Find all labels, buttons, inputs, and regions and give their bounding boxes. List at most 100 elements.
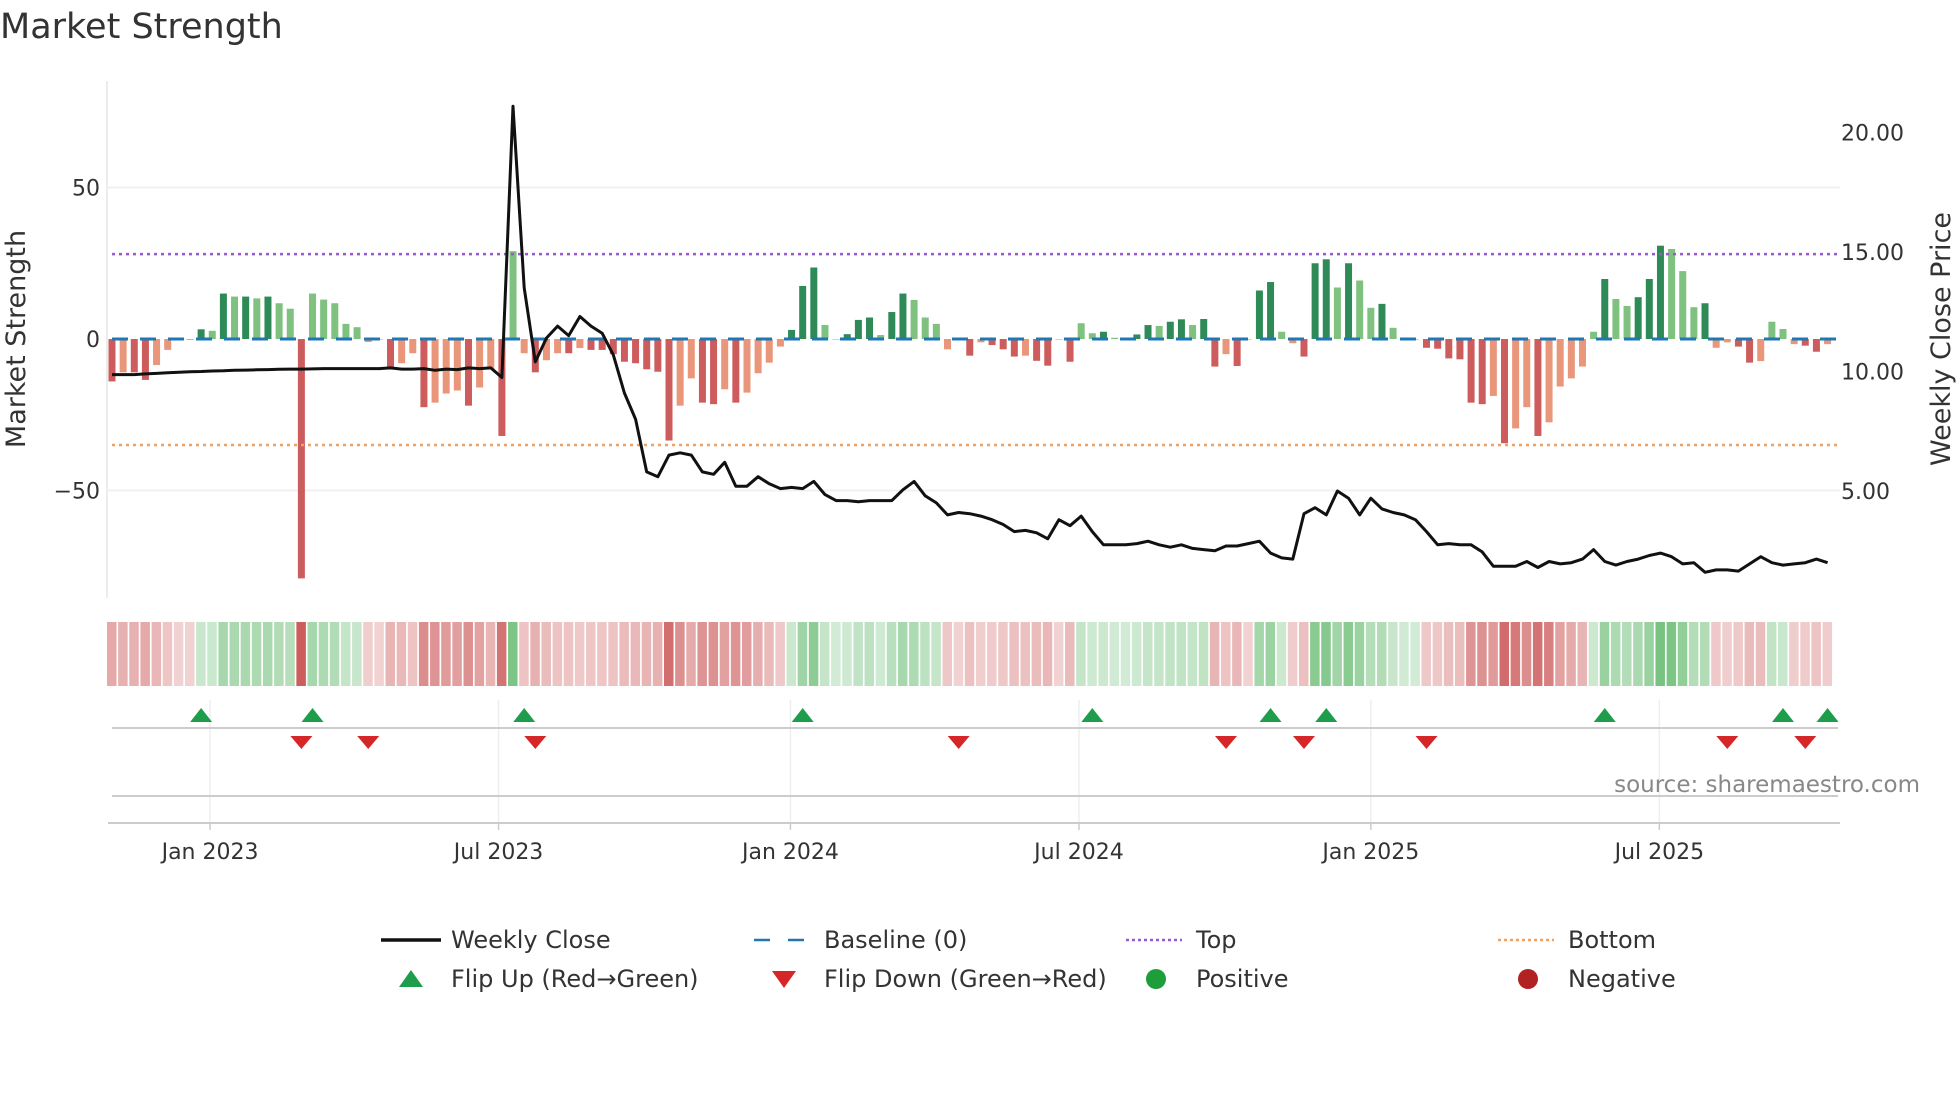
regime-cell — [675, 622, 685, 686]
regime-cell — [819, 622, 830, 686]
regime-cell — [441, 622, 451, 686]
regime-cell — [987, 622, 997, 686]
regime-cell — [920, 622, 930, 686]
strength-bar — [1768, 321, 1776, 339]
strength-bar — [387, 339, 394, 370]
regime-cell — [1789, 622, 1799, 686]
flip-up-marker — [1315, 708, 1338, 722]
strength-bar — [1723, 339, 1731, 343]
regime-cell — [775, 622, 785, 686]
strength-bar — [1679, 271, 1687, 339]
regime-cell — [630, 622, 641, 686]
regime-cell — [1421, 622, 1432, 686]
y-tick-label: 50 — [72, 177, 100, 202]
strength-bar — [1333, 287, 1341, 339]
strength-bar — [1634, 297, 1642, 339]
strength-bar — [1010, 339, 1018, 357]
regime-cell — [1232, 622, 1242, 686]
regime-cell — [1109, 622, 1120, 686]
strength-bar — [1255, 290, 1263, 339]
source-note: source: sharemaestro.com — [1614, 772, 1920, 798]
regime-cell — [931, 622, 941, 686]
regime-cell — [329, 622, 340, 686]
strength-bar — [854, 319, 862, 339]
flip-up-marker — [1259, 708, 1282, 722]
regime-cell — [998, 622, 1008, 686]
strength-bar — [1701, 303, 1709, 339]
strength-bar — [275, 303, 283, 339]
regime-cell — [1822, 622, 1833, 686]
strength-bar — [776, 339, 784, 347]
regime-cell — [875, 622, 886, 686]
regime-cell — [474, 622, 485, 686]
regime-cell — [753, 622, 763, 686]
strength-bar — [710, 339, 718, 405]
regime-cell — [1276, 622, 1287, 686]
regime-cell — [1065, 622, 1075, 686]
strength-bar — [1556, 339, 1564, 387]
flip-up-marker — [791, 708, 814, 722]
regime-cell — [1733, 622, 1743, 686]
regime-cell — [340, 622, 351, 686]
regime-cell — [586, 622, 596, 686]
regime-cell — [1711, 622, 1721, 686]
flip-up-marker — [301, 708, 324, 722]
regime-cell — [1521, 622, 1532, 686]
regime-cell — [1332, 622, 1342, 686]
strength-bar — [899, 293, 907, 339]
strength-bar — [1211, 339, 1219, 367]
y-axis-label-left: Market Strength — [1, 230, 32, 448]
regime-cell — [741, 622, 752, 686]
regime-cell — [1365, 622, 1376, 686]
strength-bar — [1445, 339, 1453, 359]
strength-bar — [1300, 339, 1308, 357]
strength-bar — [219, 293, 227, 339]
regime-cell — [1811, 622, 1821, 686]
strength-bar — [453, 339, 461, 391]
legend-circle-icon — [1146, 969, 1166, 989]
strength-bar — [1456, 339, 1464, 360]
regime-cell — [1622, 622, 1632, 686]
strength-bar — [1523, 339, 1531, 408]
strength-bar — [1656, 245, 1664, 339]
regime-cell — [1354, 622, 1365, 686]
regime-cell — [229, 622, 240, 686]
x-tick-label: Jul 2025 — [1613, 840, 1705, 865]
strength-bar — [164, 339, 172, 350]
regime-cell — [1020, 622, 1030, 686]
regime-cell — [552, 622, 563, 686]
flip-up-marker — [513, 708, 536, 722]
strength-bar — [1044, 339, 1052, 366]
regime-cell — [1544, 622, 1554, 686]
regime-cell — [262, 622, 273, 686]
regime-cell — [608, 622, 618, 686]
strength-bar — [1233, 339, 1241, 366]
strength-bar — [754, 339, 762, 374]
regime-cell — [652, 622, 663, 686]
strength-bar — [286, 308, 294, 339]
regime-cell — [1677, 622, 1688, 686]
strength-bar — [1177, 319, 1185, 339]
strength-bar — [1166, 321, 1174, 339]
strength-bar — [420, 339, 428, 408]
strength-bar — [910, 299, 918, 339]
regime-cell — [831, 622, 841, 686]
strength-bar — [320, 299, 328, 339]
regime-cell — [407, 622, 418, 686]
strength-bar — [1356, 280, 1364, 339]
strength-bar — [153, 339, 161, 366]
regime-cell — [1755, 622, 1766, 686]
regime-cell — [363, 622, 373, 686]
strength-bar — [888, 312, 896, 339]
regime-cell — [541, 622, 551, 686]
regime-cell — [1343, 622, 1354, 686]
strength-bar — [565, 339, 573, 354]
regime-cell — [519, 622, 529, 686]
regime-cell — [430, 622, 440, 686]
regime-cell — [786, 622, 797, 686]
regime-cell — [697, 622, 707, 686]
regime-cell — [251, 622, 262, 686]
regime-cell — [352, 622, 362, 686]
flip-up-marker — [1816, 708, 1839, 722]
strength-bar — [1111, 337, 1119, 339]
